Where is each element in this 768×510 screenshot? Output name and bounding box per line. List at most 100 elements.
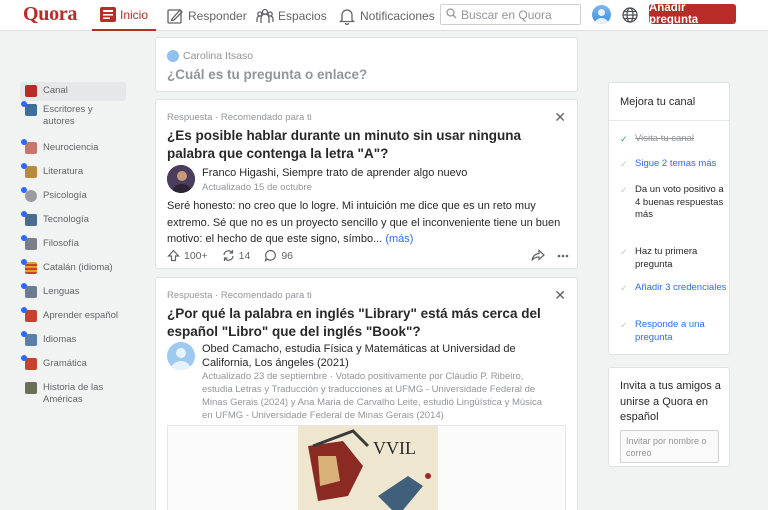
nav-spaces-label: Espacios <box>278 8 327 23</box>
step-label: Haz tu primera pregunta <box>635 246 698 270</box>
brain-icon <box>21 139 37 154</box>
home-icon <box>99 7 116 22</box>
bell-icon <box>338 7 356 25</box>
user-avatar[interactable] <box>592 5 611 24</box>
step-label: Añadir 3 credenciales <box>635 282 727 293</box>
more-options-icon[interactable] <box>557 254 569 258</box>
search-input[interactable] <box>461 7 579 22</box>
sidebar-item-label: Psicología <box>43 190 87 201</box>
sidebar-item-literature[interactable]: Literatura <box>20 163 126 187</box>
author-avatar[interactable] <box>167 342 195 370</box>
close-icon[interactable]: ✕ <box>554 109 566 126</box>
step-label: Responde a una pregunta <box>635 319 705 343</box>
psychology-icon <box>21 187 37 202</box>
author-name[interactable]: Obed Camacho, estudia Física y Matemátic… <box>202 342 532 370</box>
image-caption: VVIL <box>373 438 416 458</box>
nav-answer-label: Responder <box>188 8 247 23</box>
sidebar-item-label: Escritores y autores <box>43 104 93 127</box>
nav-notifications[interactable]: Notificaciones <box>338 0 435 31</box>
upvote-count: 100+ <box>184 249 208 262</box>
check-icon: ✓ <box>620 159 628 169</box>
comment-count: 96 <box>281 249 294 262</box>
sidebar-item-psychology[interactable]: Psicología <box>20 187 126 211</box>
sidebar-item-label: Filosofía <box>43 238 79 249</box>
step-add-credentials[interactable]: ✓ Añadir 3 credenciales <box>620 282 728 295</box>
people-icon <box>256 7 274 25</box>
feed-post: Respuesta · Recomendado para ti ✕ ¿Es po… <box>155 99 578 269</box>
sidebar-item-history[interactable]: Historia de las Américas <box>20 379 126 417</box>
sidebar-item-feed[interactable]: Canal <box>20 82 126 101</box>
sidebar-item-technology[interactable]: Tecnología <box>20 211 126 235</box>
step-first-question[interactable]: ✓ Haz tu primera pregunta <box>620 246 728 271</box>
invite-input[interactable] <box>621 431 718 462</box>
answer-image: VVIL <box>167 425 566 510</box>
share-arrow-icon[interactable] <box>531 249 545 262</box>
step-label: Da un voto positivo a 4 buenas respuesta… <box>635 184 724 220</box>
sidebar-item-label: Tecnología <box>43 214 89 225</box>
search-box[interactable] <box>440 4 581 25</box>
invite-card: Invita a tus amigos a unirse a Quora en … <box>608 367 730 467</box>
step-upvote-answers[interactable]: ✓ Da un voto positivo a 4 buenas respues… <box>620 184 728 222</box>
nav-spaces[interactable]: Espacios <box>256 0 327 31</box>
close-icon[interactable]: ✕ <box>554 287 566 304</box>
sidebar-item-label: Lenguas <box>43 286 80 297</box>
author-name[interactable]: Franco Higashi, Siempre trato de aprende… <box>202 166 467 180</box>
sidebar-item-label: Catalán (idioma) <box>43 262 113 273</box>
sidebar-item-neuroscience[interactable]: Neurociencia <box>20 139 126 163</box>
step-label: Sigue 2 temas más <box>635 158 717 169</box>
idiomas-icon <box>21 331 37 346</box>
step-label: Visita tu canal <box>635 133 694 144</box>
languages-icon <box>21 283 37 298</box>
globe-icon[interactable] <box>621 6 639 24</box>
post-meta: Respuesta · Recomendado para ti <box>167 112 312 123</box>
ask-question-card[interactable]: Carolina Itsaso ¿Cuál es tu pregunta o e… <box>155 37 578 92</box>
improve-title: Mejora tu canal <box>620 96 696 108</box>
nav-answer[interactable]: Responder <box>166 0 247 31</box>
sidebar-item-languages[interactable]: Lenguas <box>20 283 126 307</box>
invite-field[interactable] <box>620 430 719 463</box>
sidebar: Canal Escritores y autores Neurociencia … <box>20 82 126 417</box>
check-icon: ✓ <box>620 247 628 257</box>
step-answer-question[interactable]: ✓ Responde a una pregunta <box>620 319 728 344</box>
search-icon <box>446 7 457 22</box>
learn-spanish-icon <box>21 307 37 322</box>
sidebar-item-label: Neurociencia <box>43 142 99 153</box>
nav-home-label: Inicio <box>119 7 148 22</box>
feed-post: Respuesta · Recomendado para ti ✕ ¿Por q… <box>155 277 578 510</box>
sidebar-item-catalan[interactable]: Catalán (idioma) <box>20 259 126 283</box>
author-avatar[interactable] <box>167 165 195 193</box>
post-actions: 100+ 14 96 <box>167 249 569 262</box>
sidebar-item-learn-spanish[interactable]: Aprender español <box>20 307 126 331</box>
post-actions-right <box>531 249 569 262</box>
step-visit-feed[interactable]: ✓ Visita tu canal <box>620 133 728 146</box>
invite-text: Invita a tus amigos a unirse a Quora en … <box>620 380 721 423</box>
sidebar-item-writers[interactable]: Escritores y autores <box>20 101 126 139</box>
answer-text: Seré honesto: no creo que lo logre. Mi i… <box>167 200 561 245</box>
share-count: 14 <box>238 249 251 262</box>
writers-icon <box>21 101 37 116</box>
quora-logo[interactable]: Quora <box>23 3 77 26</box>
comment-button[interactable]: 96 <box>264 249 293 262</box>
sidebar-item-philosophy[interactable]: Filosofía <box>20 235 126 259</box>
share-button[interactable]: 14 <box>222 249 251 262</box>
sidebar-item-label: Idiomas <box>43 334 77 345</box>
upvote-button[interactable]: 100+ <box>167 249 208 262</box>
ask-question-prompt[interactable]: ¿Cuál es tu pregunta o enlace? <box>167 67 367 82</box>
more-link[interactable]: (más) <box>385 233 413 245</box>
question-title[interactable]: ¿Por qué la palabra en inglés "Library" … <box>167 305 562 341</box>
avatar <box>167 50 179 62</box>
post-updated: Actualizado 23 de septiembre · Votado po… <box>202 371 543 421</box>
philosophy-icon <box>21 235 37 250</box>
sidebar-item-idiomas[interactable]: Idiomas <box>20 331 126 355</box>
question-title[interactable]: ¿Es posible hablar durante un minuto sin… <box>167 127 562 163</box>
history-icon <box>25 382 37 394</box>
upvote-icon <box>167 249 180 262</box>
pencil-square-icon <box>166 7 184 25</box>
sidebar-item-grammar[interactable]: Gramática <box>20 355 126 379</box>
grammar-icon <box>21 355 37 370</box>
nav-home[interactable]: Inicio <box>92 0 156 31</box>
step-follow-topics[interactable]: ✓ Sigue 2 temas más <box>620 158 728 171</box>
improve-feed-card: Mejora tu canal ✓ Visita tu canal ✓ Sigu… <box>608 82 730 355</box>
add-question-button[interactable]: Añadir pregunta <box>649 2 736 26</box>
comment-icon <box>264 249 277 262</box>
